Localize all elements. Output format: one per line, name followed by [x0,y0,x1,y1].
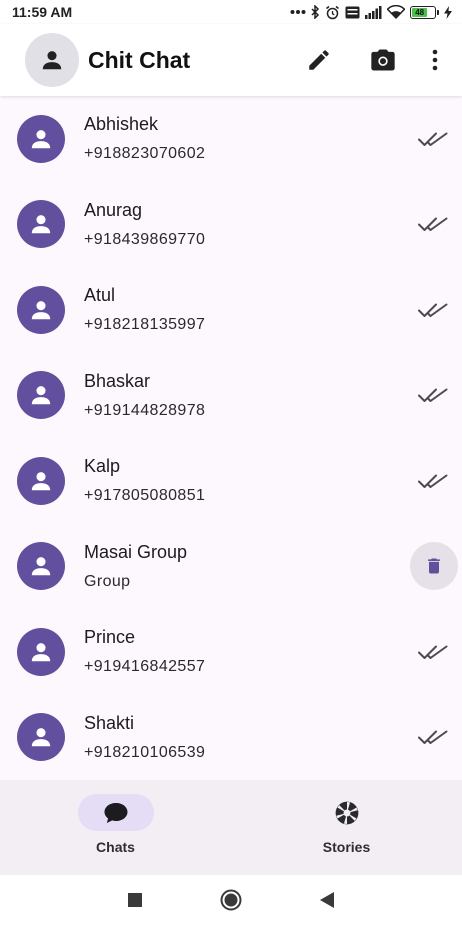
status-bar: 11:59 AM 48 [0,0,462,24]
contact-row[interactable]: Atul +918218135997 [0,267,462,353]
nav-item-chats[interactable]: Chats [0,780,231,875]
back-triangle-icon [320,892,334,908]
shutter-icon [335,801,358,824]
signal-icon [365,5,382,19]
contact-name: Prince [84,627,136,648]
nav-active-indicator [77,794,154,831]
contact-phone: +919416842557 [84,658,206,676]
battery-icon: 48 [410,5,439,19]
person-icon [31,129,51,148]
contact-name: Kalp [84,456,121,477]
app-title: Chit Chat [88,46,191,73]
contact-avatar [17,627,65,676]
person-icon [42,51,62,70]
double-check-icon [416,464,450,498]
bottom-navigation: Chats Stories [0,780,462,875]
contact-name: Abhishek [84,114,159,135]
contact-avatar [17,285,65,334]
person-icon [31,642,51,661]
double-check-icon [416,635,450,669]
contact-name: Masai Group [84,541,188,562]
double-check-icon [416,122,450,156]
camera-button[interactable] [360,37,406,83]
double-check-icon [416,378,450,412]
person-icon [31,215,51,234]
person-icon [31,471,51,490]
status-icons: 48 [290,5,452,20]
back-button[interactable] [279,892,375,908]
chat-bubble-icon [104,802,127,823]
edit-icon [309,50,329,70]
nav-item-stories[interactable]: Stories [231,780,462,875]
contact-row[interactable]: Anurag +918439869770 [0,182,462,268]
delete-icon [428,558,440,574]
bluetooth-icon [311,5,320,19]
volte-icon [345,6,360,19]
alarm-icon [325,5,340,20]
contact-row[interactable]: Prince +919416842557 [0,609,462,695]
contact-phone: +918823070602 [84,145,206,163]
double-check-icon [416,720,450,754]
more-options-button[interactable] [420,37,450,83]
nav-icon-container [309,794,385,831]
nav-label: Stories [322,839,371,855]
person-icon [31,728,51,747]
wifi-icon [387,5,405,19]
recents-button[interactable] [87,893,183,907]
contact-row[interactable]: Bhaskar +919144828978 [0,353,462,439]
person-icon [31,386,51,405]
charging-icon [444,5,452,19]
contact-avatar [17,713,65,762]
delete-button[interactable] [410,542,458,591]
status-time: 11:59 AM [12,4,73,20]
contact-name: Bhaskar [84,370,151,391]
contact-phone: +917805080851 [84,487,206,505]
system-navigation-bar [0,875,462,925]
contact-name: Shakti [84,712,135,733]
edit-button[interactable] [296,37,342,83]
contact-phone: +919144828978 [84,401,206,419]
contact-row[interactable]: Abhishek +918823070602 [0,96,462,182]
contact-phone: +918439869770 [84,230,206,248]
square-icon [128,893,142,907]
camera-icon [371,49,395,71]
contact-avatar [17,114,65,163]
contact-avatar [17,456,65,505]
contact-phone: +918218135997 [84,316,206,334]
contact-name: Anurag [84,199,143,220]
contact-list: Abhishek +918823070602 Anurag +918439869… [0,96,462,780]
app-bar: Chit Chat [0,24,462,96]
contact-row[interactable]: Masai Group Group [0,524,462,610]
person-icon [31,557,51,576]
contact-avatar [17,200,65,249]
contact-avatar [17,371,65,420]
more-vert-icon [432,49,438,71]
profile-avatar[interactable] [25,33,79,87]
person-icon [31,300,51,319]
double-check-icon [416,293,450,327]
contact-phone: +918210106539 [84,743,206,761]
more-dots-icon [290,9,306,15]
contact-avatar [17,542,65,591]
contact-row[interactable]: Shakti +918210106539 [0,695,462,781]
contact-row[interactable]: Kalp +917805080851 [0,438,462,524]
battery-level: 48 [412,7,428,17]
nav-label: Chats [96,839,135,855]
double-check-icon [416,207,450,241]
circle-icon [220,889,242,911]
contact-subtitle: Group [84,572,131,590]
contact-name: Atul [84,285,116,306]
home-button[interactable] [183,889,279,911]
